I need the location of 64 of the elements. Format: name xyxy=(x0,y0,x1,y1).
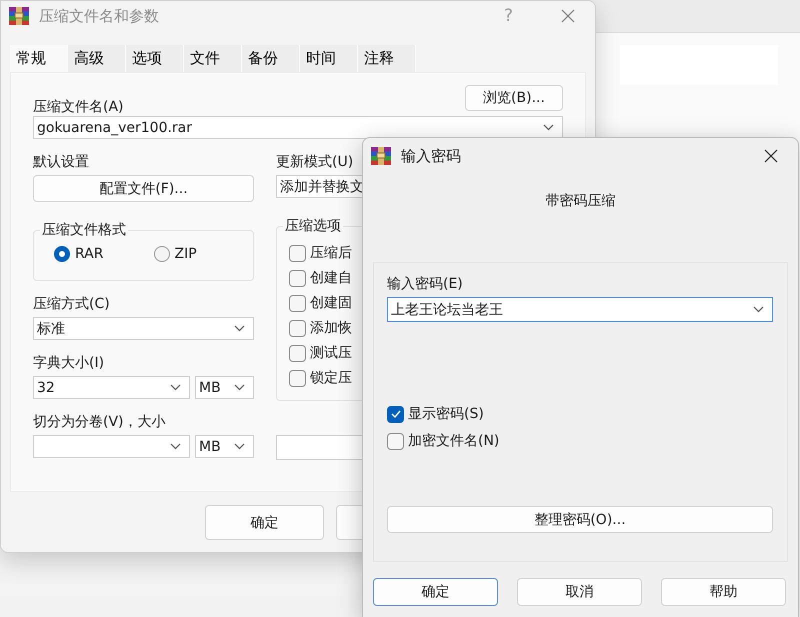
radio-label: RAR xyxy=(75,246,104,262)
chevron-down-icon xyxy=(234,325,245,332)
password-field[interactable]: 上老王论坛当老王 xyxy=(387,297,773,322)
tab[interactable]: 常规 xyxy=(10,45,68,72)
field-label: 切分为分卷(V)，大小 xyxy=(33,413,166,431)
filename-dropdown[interactable]: gokuarena_ver100.rar xyxy=(33,116,563,139)
radio-label: ZIP xyxy=(174,246,197,262)
ok-button[interactable]: 确定 xyxy=(205,505,324,540)
radio-button[interactable] xyxy=(154,246,170,262)
tab[interactable]: 高级 xyxy=(68,45,126,72)
checkbox[interactable] xyxy=(289,344,306,362)
tab[interactable]: 备份 xyxy=(242,45,300,72)
tab[interactable]: 文件 xyxy=(184,45,242,72)
close-icon xyxy=(561,9,575,23)
field-label: 压缩方式(C) xyxy=(33,295,110,313)
checkbox-label: 压缩后 xyxy=(310,244,352,262)
checkbox-label: 显示密码(S) xyxy=(408,405,484,423)
tab[interactable]: 选项 xyxy=(126,45,184,72)
browse-button[interactable]: 浏览(B)... xyxy=(465,85,563,111)
dialog-button[interactable]: 确定 xyxy=(373,578,498,606)
checkbox-label: 测试压 xyxy=(310,344,352,362)
chevron-down-icon xyxy=(234,384,245,391)
chevron-down-icon xyxy=(753,306,764,313)
checkbox-label: 加密文件名(N) xyxy=(408,432,500,450)
group-title: 压缩选项 xyxy=(283,217,343,235)
window-title: 输入密码 xyxy=(401,146,461,166)
check-icon xyxy=(390,410,400,418)
checkbox-label: 锁定压 xyxy=(310,369,352,387)
organize-passwords-button[interactable]: 整理密码(O)... xyxy=(387,506,773,533)
archive-icon xyxy=(371,147,391,165)
field-label: 默认设置 xyxy=(33,153,89,171)
chevron-down-icon xyxy=(543,124,554,131)
checkbox[interactable] xyxy=(289,370,306,386)
checkbox[interactable] xyxy=(289,294,306,312)
radio-button[interactable] xyxy=(54,246,70,262)
unit-dropdown[interactable]: MB xyxy=(195,376,254,399)
checkbox[interactable] xyxy=(289,320,306,336)
field-label: 更新模式(U) xyxy=(276,153,354,171)
chevron-down-icon xyxy=(170,443,181,450)
profiles-button[interactable]: 配置文件(F)... xyxy=(33,175,254,202)
field-label: 字典大小(I) xyxy=(33,354,104,372)
checkbox[interactable] xyxy=(289,270,306,286)
unit-dropdown[interactable]: MB xyxy=(195,435,254,458)
window-title: 压缩文件名和参数 xyxy=(39,6,159,26)
checkbox[interactable] xyxy=(387,432,404,450)
field-label: 压缩文件名(A) xyxy=(33,98,124,116)
checkbox-label: 添加恢 xyxy=(310,319,352,337)
chevron-down-icon xyxy=(234,443,245,450)
method-dropdown[interactable]: 标准 xyxy=(33,317,254,340)
archive-icon xyxy=(9,7,29,25)
chevron-down-icon xyxy=(170,384,181,391)
tab[interactable]: 注释 xyxy=(358,45,416,72)
checkbox-label: 创建固 xyxy=(310,294,352,312)
dialog-button[interactable]: 帮助 xyxy=(661,578,786,606)
checkbox[interactable] xyxy=(387,406,404,422)
dictionary-dropdown[interactable]: 32 xyxy=(33,376,190,399)
tab[interactable]: 时间 xyxy=(300,45,358,72)
dialog-button[interactable]: 取消 xyxy=(517,578,642,606)
group-title: 压缩文件格式 xyxy=(40,221,128,239)
close-icon xyxy=(764,149,778,163)
dialog-heading: 带密码压缩 xyxy=(546,193,616,209)
checkbox[interactable] xyxy=(289,244,306,262)
field-label: 输入密码(E) xyxy=(387,275,463,293)
checkbox-label: 创建自 xyxy=(310,269,352,287)
